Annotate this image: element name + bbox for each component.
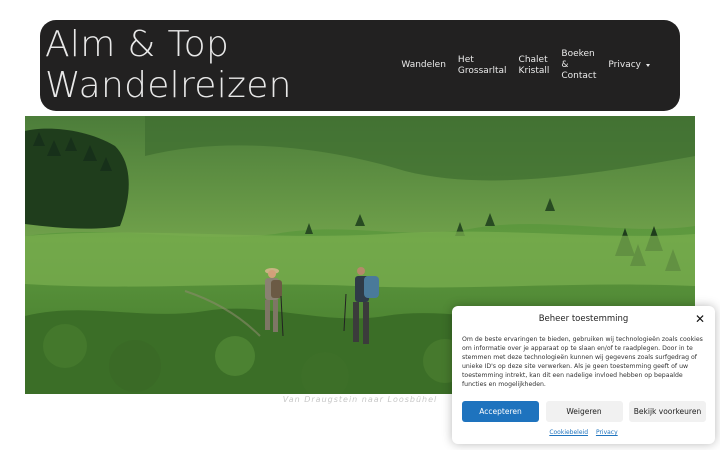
page: Alm & Top Wandelreizen Wandelen Het Gros… <box>0 0 720 450</box>
cookie-dialog-title: Beheer toestemming <box>538 314 629 324</box>
privacy-link[interactable]: Privacy <box>596 429 618 436</box>
site-title-line1: Alm & Top <box>45 24 230 65</box>
nav-item-privacy[interactable]: Privacy <box>602 60 680 71</box>
nav-item-label: Boeken <box>561 49 595 59</box>
nav-item-label: Kristall <box>518 65 550 76</box>
nav-item-label: Privacy <box>608 60 641 70</box>
nav-item-chalet-kristall[interactable]: Chalet Kristall <box>513 55 556 77</box>
nav-item-label: Grossarltal <box>457 65 507 76</box>
cookie-links: Cookiebeleid Privacy <box>452 429 715 436</box>
cookie-policy-link[interactable]: Cookiebeleid <box>549 429 588 436</box>
nav-item-label: Het <box>457 54 474 65</box>
cookie-consent-dialog: Beheer toestemming ✕ Om de beste ervarin… <box>452 306 715 444</box>
close-icon[interactable]: ✕ <box>695 312 705 326</box>
nav-item-wandelen[interactable]: Wandelen <box>395 60 452 71</box>
main-nav: Wandelen Het Grossarltal Chalet Kristall… <box>395 20 680 111</box>
nav-item-label: Contact <box>561 71 597 81</box>
nav-item-grossarltal[interactable]: Het Grossarltal <box>452 55 513 77</box>
view-preferences-button[interactable]: Bekijk voorkeuren <box>629 401 706 422</box>
nav-item-boeken-contact[interactable]: Boeken & Contact <box>555 49 602 82</box>
cookie-dialog-text: Om de beste ervaringen te bieden, gebrui… <box>462 336 703 388</box>
accept-button[interactable]: Accepteren <box>462 401 539 422</box>
cookie-button-row: Accepteren Weigeren Bekijk voorkeuren <box>462 401 706 422</box>
nav-item-label: Chalet <box>518 54 548 65</box>
site-title[interactable]: Alm & Top Wandelreizen <box>45 24 292 106</box>
site-header: Alm & Top Wandelreizen Wandelen Het Gros… <box>40 20 680 111</box>
caret-down-icon <box>646 64 650 67</box>
nav-item-label: & <box>561 60 569 70</box>
nav-item-label: Wandelen <box>401 60 446 70</box>
site-title-line2: Wandelreizen <box>45 65 292 106</box>
deny-button[interactable]: Weigeren <box>545 401 623 422</box>
